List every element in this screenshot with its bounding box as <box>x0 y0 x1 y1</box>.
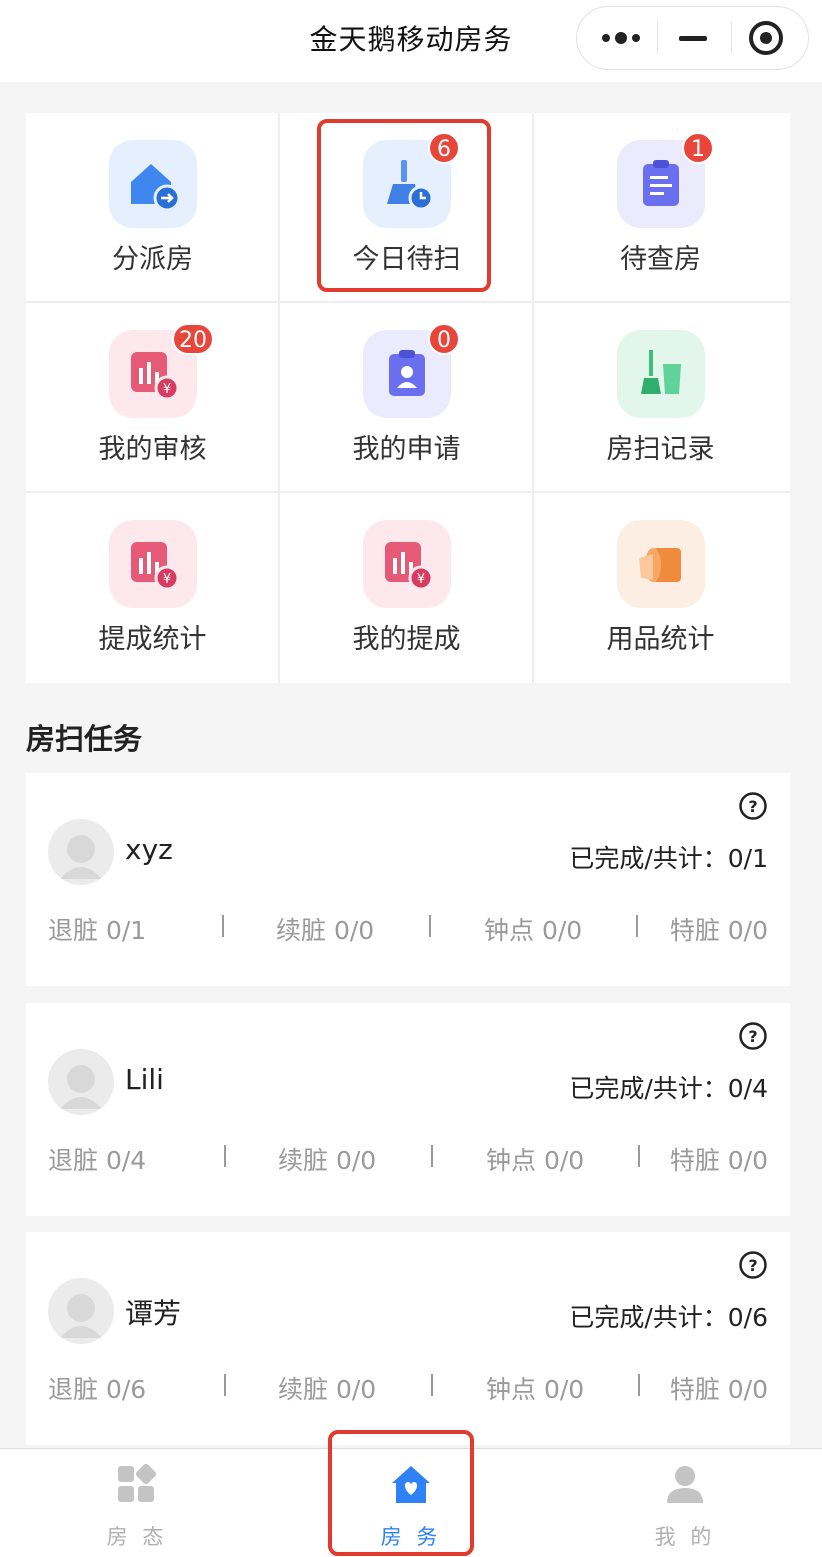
grid-item-label: 用品统计 <box>606 624 715 655</box>
svg-text:¥: ¥ <box>417 572 425 587</box>
grid-item-label: 分派房 <box>112 244 193 275</box>
checkout-dirty-count: 退脏 0/4 <box>48 1146 147 1175</box>
capsule-divider <box>731 22 732 54</box>
grid-item-my-commission[interactable]: ¥ 我的提成 <box>280 493 533 682</box>
grid-item-my-application[interactable]: 0 我的申请 <box>280 303 533 492</box>
help-icon[interactable]: ? <box>738 1250 768 1280</box>
avatar <box>48 1278 114 1344</box>
room-stats-row: 退脏 0/1 续脏 0/0 钟点 0/0 特脏 0/0 <box>48 911 768 945</box>
grid-item-label: 房扫记录 <box>606 434 715 465</box>
room-stats-row: 退脏 0/4 续脏 0/0 钟点 0/0 特脏 0/0 <box>48 1141 768 1175</box>
grid-item-my-review[interactable]: ¥ 20 我的审核 <box>26 303 279 492</box>
hourly-count: 钟点 0/0 <box>486 1375 585 1404</box>
staff-name: xyz <box>125 833 173 866</box>
svg-text:?: ? <box>748 1256 757 1275</box>
count-badge: 1 <box>682 132 714 164</box>
checkout-dirty-count: 退脏 0/1 <box>48 916 147 945</box>
user-icon <box>667 1466 703 1503</box>
tab-label: 我 的 <box>654 1525 716 1549</box>
avatar <box>48 1049 114 1115</box>
svg-text:¥: ¥ <box>163 382 171 397</box>
separator <box>224 1145 226 1167</box>
grid-item-label: 提成统计 <box>98 624 207 655</box>
grid-item-label: 我的审核 <box>98 434 207 465</box>
separator <box>636 915 638 937</box>
grid-shapes-icon <box>118 1463 157 1502</box>
tab-mine[interactable]: 我 的 <box>548 1449 822 1557</box>
separator <box>638 1145 640 1167</box>
completion-progress: 已完成/共计：0/6 <box>569 1303 768 1332</box>
completion-progress: 已完成/共计：0/1 <box>569 844 768 873</box>
separator <box>638 1374 640 1396</box>
paper-roll-icon <box>617 520 705 608</box>
chart-yen-icon: ¥ <box>363 520 451 608</box>
separator <box>224 1374 226 1396</box>
house-arrow-icon <box>109 140 197 228</box>
stay-dirty-count: 续脏 0/0 <box>278 1375 377 1404</box>
svg-text:¥: ¥ <box>163 572 171 587</box>
grid-item-clean-records[interactable]: 房扫记录 <box>534 303 787 492</box>
task-card[interactable]: ? Lili 已完成/共计：0/4 退脏 0/4 续脏 0/0 钟点 0/0 特… <box>26 1003 790 1216</box>
minimize-icon[interactable] <box>679 36 707 41</box>
completion-progress: 已完成/共计：0/4 <box>569 1074 768 1103</box>
hourly-count: 钟点 0/0 <box>486 1146 585 1175</box>
separator <box>431 1374 433 1396</box>
count-badge: 20 <box>172 323 214 355</box>
room-stats-row: 退脏 0/6 续脏 0/0 钟点 0/0 特脏 0/0 <box>48 1370 768 1404</box>
staff-name: 谭芳 <box>125 1297 182 1330</box>
task-card[interactable]: ? 谭芳 已完成/共计：0/6 退脏 0/6 续脏 0/0 钟点 0/0 特脏 … <box>26 1232 790 1445</box>
grid-item-label: 我的申请 <box>352 434 461 465</box>
tab-label: 房 态 <box>106 1525 168 1549</box>
separator <box>429 915 431 937</box>
broom-bag-icon <box>617 330 705 418</box>
avatar <box>48 819 114 885</box>
staff-name: Lili <box>125 1063 164 1096</box>
grid-item-pending-inspection[interactable]: 1 待查房 <box>534 113 787 302</box>
highlight-box <box>317 119 491 292</box>
grid-item-assign-room[interactable]: 分派房 <box>26 113 279 302</box>
svg-text:?: ? <box>748 797 757 816</box>
separator <box>431 1145 433 1167</box>
task-card[interactable]: ? xyz 已完成/共计：0/1 退脏 0/1 续脏 0/0 钟点 0/0 特脏… <box>26 773 790 986</box>
separator <box>222 915 224 937</box>
stay-dirty-count: 续脏 0/0 <box>276 916 375 945</box>
help-icon[interactable]: ? <box>738 1021 768 1051</box>
special-dirty-count: 特脏 0/0 <box>669 1375 768 1404</box>
special-dirty-count: 特脏 0/0 <box>669 1146 768 1175</box>
grid-item-supplies-stats[interactable]: 用品统计 <box>534 493 787 682</box>
navigation-bar: 金天鹅移动房务 <box>0 0 822 82</box>
svg-text:?: ? <box>748 1027 757 1046</box>
highlight-box <box>328 1430 474 1556</box>
capsule-divider <box>657 22 658 54</box>
hourly-count: 钟点 0/0 <box>484 916 583 945</box>
more-dots-icon[interactable] <box>601 26 641 50</box>
tab-room-status[interactable]: 房 态 <box>0 1449 274 1557</box>
special-dirty-count: 特脏 0/0 <box>669 916 768 945</box>
grid-item-label: 待查房 <box>620 244 701 275</box>
help-icon[interactable]: ? <box>738 791 768 821</box>
grid-item-commission-stats[interactable]: ¥ 提成统计 <box>26 493 279 682</box>
grid-item-label: 我的提成 <box>352 624 461 655</box>
stay-dirty-count: 续脏 0/0 <box>278 1146 377 1175</box>
close-target-icon[interactable] <box>748 20 784 56</box>
count-badge: 0 <box>428 323 460 355</box>
checkout-dirty-count: 退脏 0/6 <box>48 1375 147 1404</box>
section-title: 房扫任务 <box>26 722 143 756</box>
chart-yen-icon: ¥ <box>109 520 197 608</box>
